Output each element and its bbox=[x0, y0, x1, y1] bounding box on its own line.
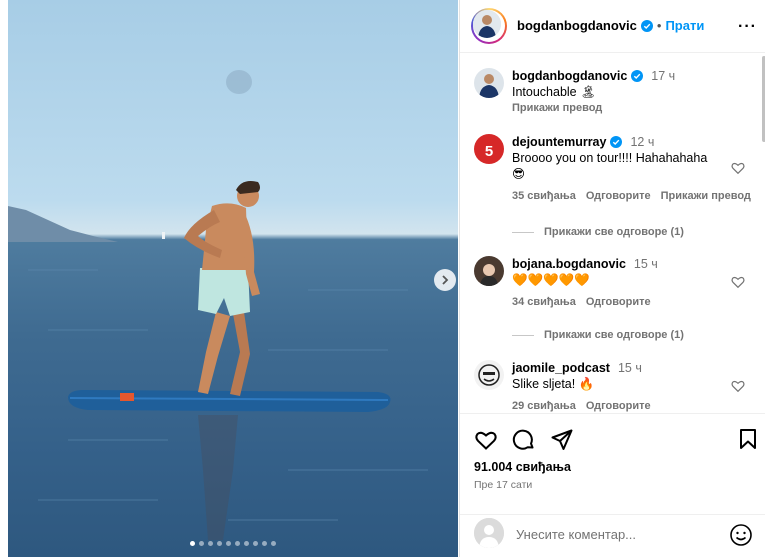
avatar[interactable]: 5 bbox=[474, 134, 504, 164]
carousel-dot bbox=[199, 541, 204, 546]
post-timestamp[interactable]: Пре 17 сати bbox=[474, 479, 532, 491]
comment-username[interactable]: bojana.bogdanovic bbox=[512, 256, 626, 272]
avatar[interactable] bbox=[474, 360, 504, 390]
like-comment-heart-icon[interactable] bbox=[730, 378, 746, 394]
next-slide-button[interactable] bbox=[434, 269, 456, 291]
like-comment-heart-icon[interactable] bbox=[730, 274, 746, 290]
follow-button[interactable]: Прати bbox=[665, 18, 704, 33]
comment-likes[interactable]: 34 свиђања bbox=[512, 294, 576, 310]
comment-text: 🧡🧡🧡🧡🧡 bbox=[512, 273, 590, 287]
like-comment-heart-icon[interactable] bbox=[730, 160, 746, 176]
carousel-dot bbox=[235, 541, 240, 546]
avatar[interactable] bbox=[474, 256, 504, 286]
post-actions: 91.004 свиђања Пре 17 сати bbox=[460, 413, 765, 557]
view-replies-label: Прикажи све одговоре (1) bbox=[544, 226, 684, 238]
comment-time[interactable]: 12 ч bbox=[630, 134, 654, 150]
comment-likes[interactable]: 29 свиђања bbox=[512, 398, 576, 412]
verified-badge-icon bbox=[640, 19, 653, 32]
post-photo bbox=[8, 0, 458, 557]
reply-button[interactable]: Одговорите bbox=[586, 188, 651, 204]
carousel-dot bbox=[244, 541, 249, 546]
see-translation-link[interactable]: Прикажи превод bbox=[661, 188, 751, 204]
carousel-dot bbox=[226, 541, 231, 546]
comment-input[interactable] bbox=[516, 524, 716, 544]
comment-icon[interactable] bbox=[512, 428, 536, 452]
likes-count[interactable]: 91.004 свиђања bbox=[474, 460, 571, 474]
author-username[interactable]: bogdanbogdanovic bbox=[517, 18, 637, 33]
carousel-dot bbox=[217, 541, 222, 546]
more-options-button[interactable]: ··· bbox=[738, 18, 757, 36]
bookmark-icon[interactable] bbox=[738, 428, 758, 450]
comment-text: Broooo you on tour!!!! Hahahahaha bbox=[512, 151, 708, 165]
carousel-dots bbox=[190, 541, 276, 546]
chevron-right-icon bbox=[442, 275, 449, 285]
carousel-dot bbox=[253, 541, 258, 546]
comment-text: Slike sljeta! 🔥 bbox=[512, 377, 595, 391]
view-replies-button[interactable]: Прикажи све одговоре (1) bbox=[512, 329, 684, 341]
smiley-icon[interactable] bbox=[729, 523, 753, 547]
see-translation-link[interactable]: Прикажи превод bbox=[512, 100, 602, 116]
share-icon[interactable] bbox=[550, 428, 574, 452]
comment-username[interactable]: bogdanbogdanovic bbox=[512, 68, 627, 84]
post-header: bogdanbogdanovic • Прати ··· bbox=[460, 0, 765, 53]
carousel-dot bbox=[208, 541, 213, 546]
separator-dot: • bbox=[656, 18, 662, 33]
comment-likes[interactable]: 35 свиђања bbox=[512, 188, 576, 204]
comment-emoji: 😎 bbox=[512, 167, 526, 181]
comment-time[interactable]: 15 ч bbox=[634, 256, 658, 272]
post-side-panel: bogdanbogdanovic • Прати ··· bogdanbogda… bbox=[459, 0, 765, 557]
view-replies-button[interactable]: Прикажи све одговоре (1) bbox=[512, 226, 684, 238]
heart-icon[interactable] bbox=[474, 428, 498, 452]
carousel-dot bbox=[190, 541, 195, 546]
comments-list: bogdanbogdanovic 17 ч Intouchable 🏝 Прик… bbox=[460, 54, 765, 412]
reply-button[interactable]: Одговорите bbox=[586, 294, 651, 310]
verified-badge-icon bbox=[631, 70, 644, 82]
svg-text:5: 5 bbox=[485, 143, 493, 160]
caption-text: Intouchable 🏝 bbox=[512, 85, 596, 99]
view-replies-label: Прикажи све одговоре (1) bbox=[544, 329, 684, 341]
author-avatar bbox=[473, 10, 501, 38]
carousel-dot bbox=[271, 541, 276, 546]
author-avatar-story-ring[interactable] bbox=[471, 8, 507, 44]
avatar[interactable] bbox=[474, 68, 504, 98]
current-user-avatar bbox=[474, 518, 504, 548]
verified-badge-icon bbox=[610, 136, 623, 148]
paddleboarder-illustration bbox=[28, 181, 428, 540]
comment-time[interactable]: 17 ч bbox=[651, 68, 675, 84]
comment-username[interactable]: dejountemurray bbox=[512, 134, 606, 150]
reply-button[interactable]: Одговорите bbox=[586, 398, 651, 412]
carousel-dot bbox=[262, 541, 267, 546]
comment-username[interactable]: jaomile_podcast bbox=[512, 360, 610, 376]
comment-time[interactable]: 15 ч bbox=[618, 360, 642, 376]
